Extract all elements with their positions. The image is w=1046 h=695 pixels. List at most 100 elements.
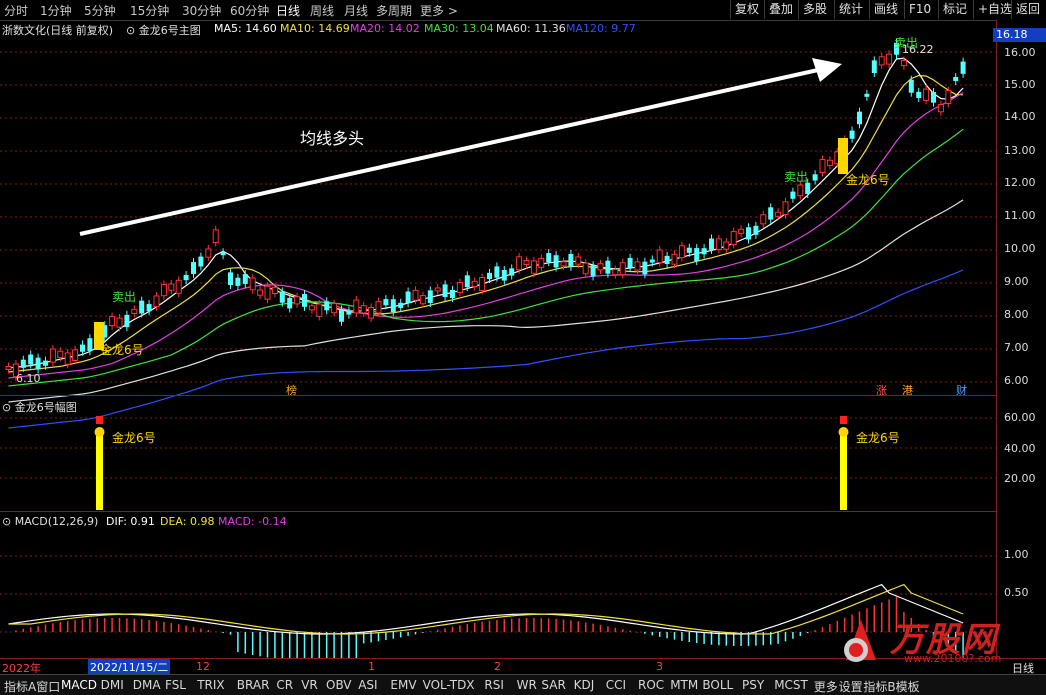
indicator-tab-psy[interactable]: PSY	[742, 678, 764, 692]
candle-body	[494, 266, 500, 278]
add-watchlist-button[interactable]: +自选	[973, 0, 1016, 19]
candle-body	[634, 261, 641, 271]
candle-body	[686, 247, 692, 253]
indicator-tab-指标b[interactable]: 指标B	[863, 678, 895, 695]
candle-body	[235, 277, 241, 286]
candle-body	[900, 59, 907, 67]
sub1-tick: 40.00	[1004, 442, 1036, 455]
indicator-tab-emv[interactable]: EMV	[390, 678, 416, 692]
indicator-tab-wr[interactable]: WR	[517, 678, 537, 692]
candle-body	[257, 289, 264, 296]
indicator-tab-cci[interactable]: CCI	[606, 678, 626, 692]
watermark-logo-icon	[844, 620, 876, 662]
indicator-tab-指标a[interactable]: 指标A	[4, 678, 36, 695]
panel-separator-2[interactable]	[0, 511, 996, 512]
candle-body	[324, 301, 330, 311]
candle-body	[464, 275, 470, 288]
indicator-tab-boll[interactable]: BOLL	[702, 678, 733, 692]
candle-body	[812, 174, 818, 181]
indicator-tab-asi[interactable]: ASI	[358, 678, 377, 692]
period-multi[interactable]: 多周期	[376, 2, 412, 19]
current-price-tag: 16.18	[993, 28, 1046, 42]
month-label: 12	[196, 660, 210, 673]
price-tick: 7.00	[1004, 341, 1029, 354]
candle-body	[916, 91, 922, 99]
candle-body	[405, 291, 411, 304]
sub1-tick: 20.00	[1004, 472, 1036, 485]
candle-body	[931, 92, 936, 103]
indicator-tab-vol-tdx[interactable]: VOL-TDX	[423, 678, 475, 692]
mark-button[interactable]: 标记	[938, 0, 971, 19]
indicator-tab-vr[interactable]: VR	[301, 678, 318, 692]
indicator-tab-rsi[interactable]: RSI	[484, 678, 504, 692]
panel-separator-1[interactable]	[0, 395, 996, 396]
indicator-tab-dma[interactable]: DMA	[133, 678, 161, 692]
kline-chart[interactable]: 均线多头 6.10 16.22 卖出 卖出 卖出 金龙6号 金龙6号 榜 涨 港…	[0, 20, 996, 674]
indicator-tab-cr[interactable]: CR	[276, 678, 293, 692]
candle-body	[886, 53, 893, 65]
period-60min[interactable]: 60分钟	[230, 2, 269, 19]
candle-body	[805, 182, 811, 194]
period-weekly[interactable]: 周线	[310, 2, 334, 19]
candle-body	[5, 366, 12, 370]
indicator-tab-roc[interactable]: ROC	[638, 678, 664, 692]
overlay-button[interactable]: 叠加	[764, 0, 797, 19]
indicator-tab-设置[interactable]: 设置	[839, 678, 863, 695]
candle-body	[20, 359, 26, 368]
indicator-tab-macd[interactable]: MACD	[61, 678, 97, 692]
candle-body	[302, 293, 307, 307]
candle-body	[709, 238, 714, 250]
period-monthly[interactable]: 月线	[344, 2, 368, 19]
period-30min[interactable]: 30分钟	[182, 2, 221, 19]
candle-body	[701, 248, 707, 255]
candle-body	[649, 259, 655, 263]
candle-body	[516, 256, 523, 271]
period-1min[interactable]: 1分钟	[40, 2, 72, 19]
indicator-tab-dmi[interactable]: DMI	[101, 678, 124, 692]
price-tick: 15.00	[1004, 78, 1036, 91]
candle-body	[878, 56, 885, 66]
indicator-tab-sar[interactable]: SAR	[541, 678, 565, 692]
indicator-tab-模板[interactable]: 模板	[896, 678, 920, 695]
indicator-tab-brar[interactable]: BRAR	[237, 678, 270, 692]
price-tick: 13.00	[1004, 144, 1036, 157]
sub-gold-label-1: 金龙6号	[112, 430, 156, 445]
f10-button[interactable]: F10	[904, 0, 935, 19]
macd-dropdown[interactable]: ⊙ MACD(12,26,9)	[2, 515, 98, 529]
candle-body	[271, 286, 278, 294]
indicator-tab-mcst[interactable]: MCST	[774, 678, 808, 692]
back-button[interactable]: 返回	[1011, 0, 1044, 19]
indicator-tab-trix[interactable]: TRIX	[197, 678, 224, 692]
candle-body	[419, 295, 426, 305]
period-more[interactable]: 更多 >	[420, 2, 458, 19]
indicator-tab-mtm[interactable]: MTM	[670, 678, 698, 692]
indicator-tab-fsl[interactable]: FSL	[165, 678, 186, 692]
indicator-tab-窗口[interactable]: 窗口	[36, 678, 60, 695]
indicator-tab-kdj[interactable]: KDJ	[574, 678, 595, 692]
candle-body	[28, 354, 34, 365]
period-intraday[interactable]: 分时	[4, 2, 28, 19]
period-5min[interactable]: 5分钟	[84, 2, 116, 19]
candle-body	[782, 201, 789, 216]
candle-body	[509, 268, 515, 276]
candle-body	[871, 60, 877, 74]
restore-rights-button[interactable]: 复权	[730, 0, 763, 19]
ma10-line	[8, 74, 964, 373]
period-daily[interactable]: 日线	[276, 2, 300, 19]
candle-body	[331, 303, 338, 314]
statistics-button[interactable]: 统计	[834, 0, 867, 19]
indicator-tab-obv[interactable]: OBV	[326, 678, 352, 692]
period-15min[interactable]: 15分钟	[130, 2, 169, 19]
candle-body	[339, 309, 344, 322]
candle-body	[264, 285, 271, 300]
indicator-tab-更多[interactable]: 更多	[814, 678, 838, 695]
sub1-dropdown[interactable]: ⊙ 金龙6号幅图	[2, 399, 77, 414]
draw-line-button[interactable]: 画线	[869, 0, 902, 19]
multi-stock-button[interactable]: 多股	[798, 0, 831, 19]
candle-body	[723, 241, 730, 250]
candle-body	[153, 295, 160, 308]
candle-body	[442, 284, 448, 298]
gold-signal-sub-1	[94, 416, 105, 510]
candle-body	[546, 253, 552, 263]
candle-body	[568, 254, 574, 267]
